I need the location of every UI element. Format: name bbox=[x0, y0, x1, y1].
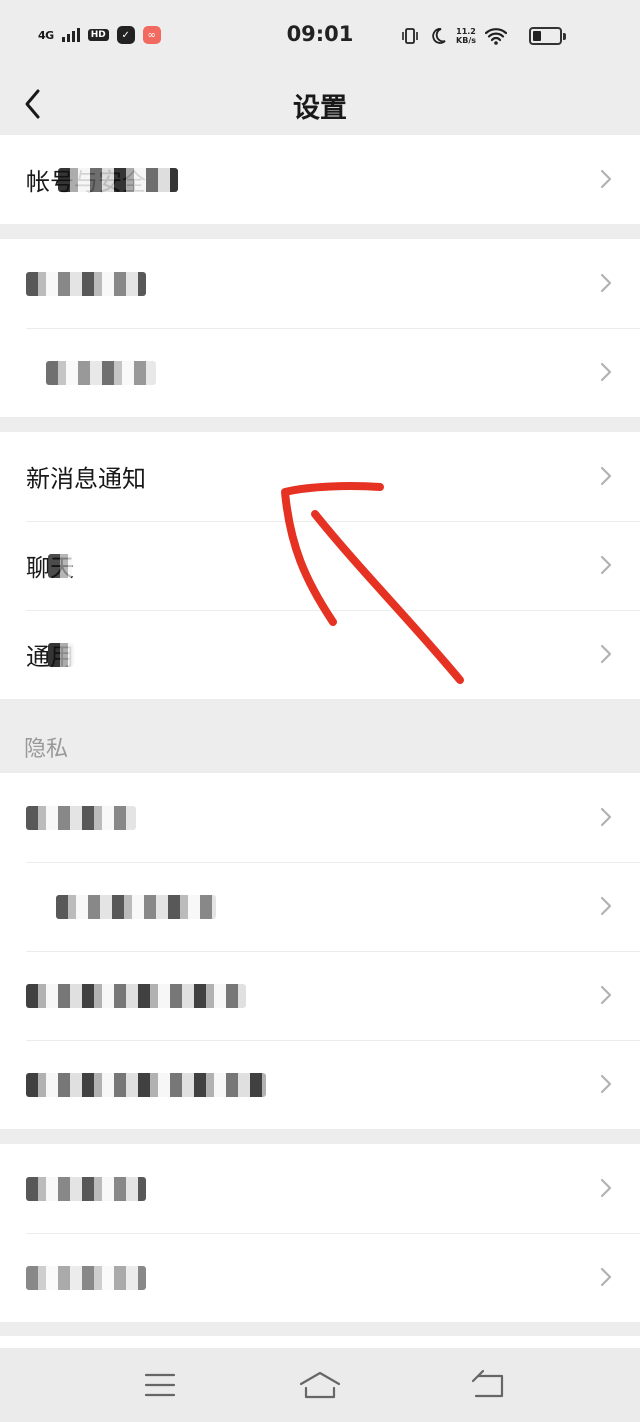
redaction-mosaic bbox=[56, 894, 216, 919]
chevron-right-icon bbox=[600, 896, 612, 916]
moon-icon bbox=[432, 28, 446, 44]
row-redacted-6[interactable] bbox=[0, 1040, 640, 1129]
settings-group-2 bbox=[0, 239, 640, 417]
redaction-mosaic bbox=[46, 360, 156, 385]
status-bar: 4G HD ✓ ∞ 09:01 11.2 KB/s bbox=[0, 0, 640, 72]
page-title: 设置 bbox=[293, 93, 347, 124]
return-button[interactable] bbox=[466, 1368, 510, 1402]
redaction-mosaic bbox=[26, 1072, 266, 1097]
system-nav-bar bbox=[0, 1348, 640, 1422]
net-speed: 11.2 KB/s bbox=[456, 27, 476, 45]
settings-group-6 bbox=[0, 1336, 640, 1348]
row-redacted-1[interactable] bbox=[0, 239, 640, 328]
battery-icon bbox=[529, 27, 566, 45]
chevron-right-icon bbox=[600, 273, 612, 293]
settings-group-3: 新消息通知 聊天 通用 bbox=[0, 432, 640, 699]
battery-level bbox=[533, 31, 541, 41]
row-redacted-4[interactable] bbox=[0, 862, 640, 951]
row-chat[interactable]: 聊天 bbox=[0, 521, 640, 610]
row-redacted-7[interactable] bbox=[0, 1144, 640, 1233]
chevron-right-icon bbox=[600, 1074, 612, 1094]
redaction-mosaic bbox=[48, 642, 74, 667]
wifi-icon bbox=[485, 28, 507, 45]
row-account-security[interactable]: 帐号与安全 bbox=[0, 135, 640, 224]
chevron-right-icon bbox=[600, 362, 612, 382]
menu-icon bbox=[144, 1373, 176, 1397]
redaction-mosaic bbox=[26, 271, 146, 296]
chevron-right-icon bbox=[600, 644, 612, 664]
row-redacted-5[interactable] bbox=[0, 951, 640, 1040]
redaction-mosaic bbox=[26, 983, 246, 1008]
chevron-right-icon bbox=[600, 169, 612, 189]
vibrate-icon bbox=[402, 28, 418, 44]
chevron-right-icon bbox=[600, 985, 612, 1005]
settings-group-account: 帐号与安全 bbox=[0, 135, 640, 224]
menu-button[interactable] bbox=[138, 1368, 182, 1402]
settings-group-4 bbox=[0, 773, 640, 1129]
row-label: 新消息通知 bbox=[26, 465, 146, 493]
settings-group-5 bbox=[0, 1144, 640, 1322]
redaction-mosaic bbox=[58, 167, 178, 192]
net-speed-value: 11.2 bbox=[456, 27, 476, 36]
chevron-right-icon bbox=[600, 555, 612, 575]
net-speed-unit: KB/s bbox=[456, 36, 476, 45]
redaction-mosaic bbox=[48, 553, 72, 578]
row-redacted-3[interactable] bbox=[0, 773, 640, 862]
chevron-right-icon bbox=[600, 1267, 612, 1287]
home-button[interactable] bbox=[298, 1368, 342, 1402]
section-label-privacy: 隐私 bbox=[24, 737, 69, 762]
chevron-right-icon bbox=[600, 807, 612, 827]
nav-bar: 设置 bbox=[0, 72, 640, 135]
redaction-mosaic bbox=[26, 1265, 146, 1290]
chevron-right-icon bbox=[600, 466, 612, 486]
row-new-message-notification[interactable]: 新消息通知 bbox=[0, 432, 640, 521]
redaction-mosaic bbox=[26, 805, 136, 830]
row-redacted-2[interactable] bbox=[0, 328, 640, 417]
row-general[interactable]: 通用 bbox=[0, 610, 640, 699]
home-icon bbox=[299, 1371, 341, 1399]
chevron-right-icon bbox=[600, 1178, 612, 1198]
redaction-mosaic bbox=[26, 1176, 146, 1201]
return-icon bbox=[471, 1369, 504, 1398]
row-redacted-8[interactable] bbox=[0, 1233, 640, 1322]
